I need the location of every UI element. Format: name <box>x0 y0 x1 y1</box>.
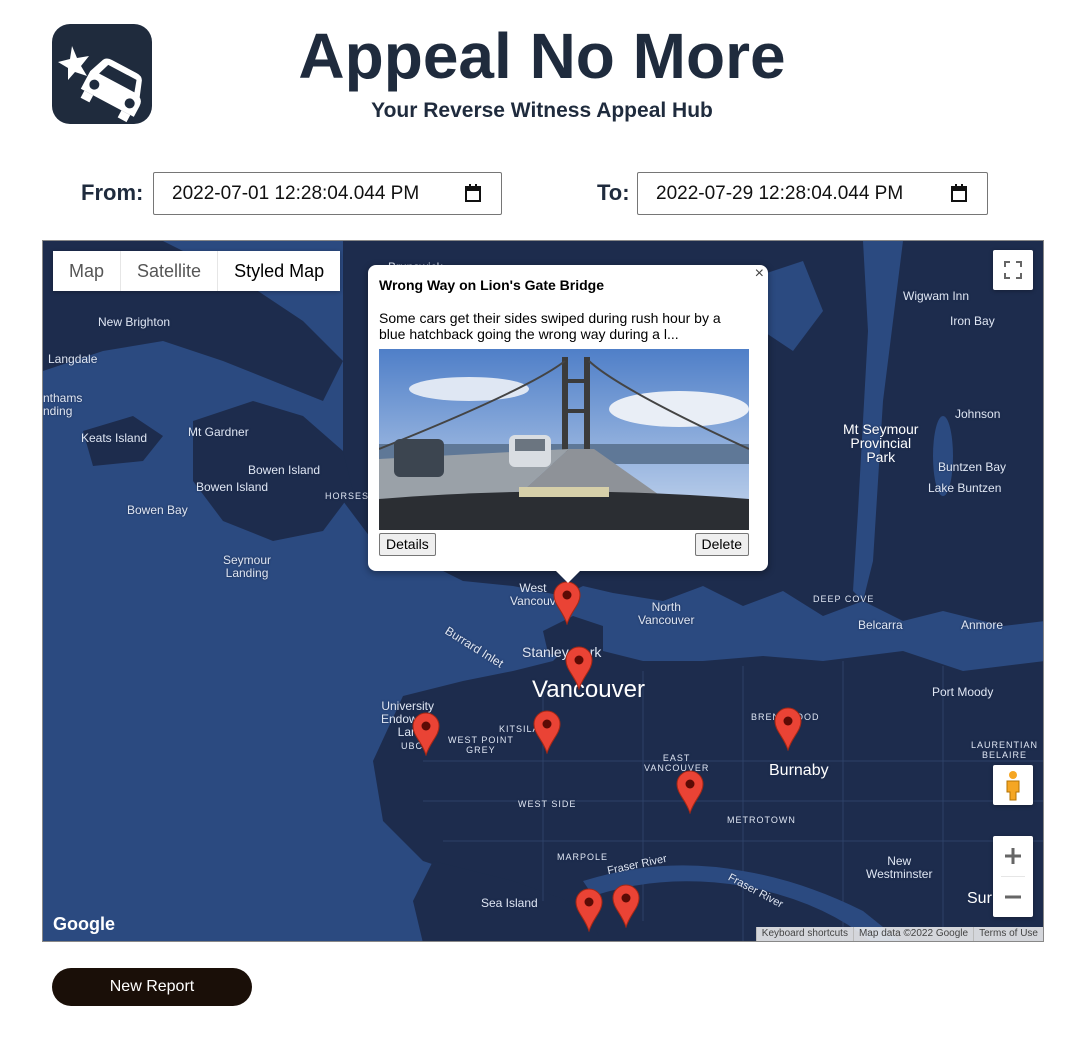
map-label: Buntzen Bay <box>938 460 1007 474</box>
map-label: New Westminster <box>866 854 933 881</box>
map-type-control: Map Satellite Styled Map <box>53 251 341 291</box>
map-attribution: Keyboard shortcuts Map data ©2022 Google… <box>755 927 1043 941</box>
info-window-description: Some cars get their sides swiped during … <box>379 310 721 342</box>
map-label: Mt Seymour Provincial Park <box>843 421 919 465</box>
map-label: Johnson <box>955 407 1001 421</box>
delete-button[interactable]: Delete <box>694 533 749 556</box>
map[interactable]: Brunswick Wigwam Inn New Brighton Iron B… <box>42 240 1044 942</box>
map-label: WEST POINT GREY <box>448 735 514 755</box>
zoom-out-button[interactable] <box>993 877 1033 917</box>
map-marker[interactable] <box>412 712 440 757</box>
map-label: West Vancouv <box>510 581 556 608</box>
map-label: DEEP COVE <box>813 594 875 604</box>
fullscreen-button[interactable] <box>993 250 1033 290</box>
map-marker[interactable] <box>553 581 581 626</box>
map-marker[interactable] <box>676 770 704 815</box>
terms-of-use-link[interactable]: Terms of Use <box>973 927 1043 941</box>
map-label: Seymour Landing <box>223 553 272 580</box>
map-label: Iron Bay <box>950 314 995 328</box>
map-label: Langdale <box>48 352 98 366</box>
minus-icon <box>1005 895 1021 899</box>
keyboard-shortcuts-link[interactable]: Keyboard shortcuts <box>755 927 853 941</box>
map-type-styled-button[interactable]: Styled Map <box>218 251 340 291</box>
street-view-pegman-button[interactable] <box>993 765 1033 805</box>
map-label: Bowen Island <box>248 463 321 477</box>
map-label: Sur <box>967 890 992 907</box>
map-type-map-button[interactable]: Map <box>53 251 122 291</box>
map-label: Burnaby <box>769 762 829 779</box>
incident-photo <box>379 349 749 530</box>
google-logo: Google <box>53 914 115 934</box>
map-label: Keats Island <box>81 431 148 445</box>
to-label: To: <box>597 180 630 205</box>
map-label: nthams nding <box>43 391 83 418</box>
to-datetime-input[interactable]: 2022-07-29 12:28:04.044 PM <box>637 172 988 215</box>
zoom-control <box>993 836 1033 917</box>
map-label: Lake Buntzen <box>928 481 1002 495</box>
map-label: Mt Gardner <box>188 425 249 439</box>
map-label: North Vancouver <box>638 600 695 627</box>
map-marker[interactable] <box>533 710 561 755</box>
map-label: Anmore <box>961 618 1004 632</box>
map-label: Sea Island <box>481 896 538 910</box>
map-marker[interactable] <box>774 707 802 752</box>
info-window: × Wrong Way on Lion's Gate Bridge Some c… <box>368 265 768 583</box>
page-title: Appeal No More <box>298 20 786 92</box>
from-datetime-input[interactable]: 2022-07-01 12:28:04.044 PM <box>153 172 502 215</box>
from-label: From: <box>81 180 144 205</box>
info-window-tail <box>556 571 580 583</box>
map-label: Bowen Bay <box>127 503 188 517</box>
map-label: WEST SIDE <box>518 799 577 809</box>
map-label: METROTOWN <box>727 815 796 825</box>
plus-icon <box>1005 848 1021 864</box>
fullscreen-icon <box>1004 261 1022 279</box>
pegman-icon <box>1006 771 1020 801</box>
calendar-icon[interactable] <box>951 184 967 208</box>
map-label: LAURENTIAN BELAIRE <box>971 740 1039 760</box>
map-type-satellite-button[interactable]: Satellite <box>121 251 219 291</box>
new-report-button[interactable]: New Report <box>52 968 252 1006</box>
map-marker[interactable] <box>565 646 593 691</box>
map-label: MARPOLE <box>557 852 609 862</box>
from-datetime-value: 2022-07-01 12:28:04.044 PM <box>172 183 420 204</box>
calendar-icon[interactable] <box>465 184 481 208</box>
close-icon[interactable]: × <box>755 265 764 283</box>
to-datetime-value: 2022-07-29 12:28:04.044 PM <box>656 183 904 204</box>
zoom-in-button[interactable] <box>993 836 1033 876</box>
details-button[interactable]: Details <box>379 533 436 556</box>
map-label: New Brighton <box>98 315 171 329</box>
page-subtitle: Your Reverse Witness Appeal Hub <box>371 99 713 122</box>
map-data-text: Map data ©2022 Google <box>852 927 973 941</box>
info-window-title: Wrong Way on Lion's Gate Bridge <box>379 277 605 293</box>
map-marker[interactable] <box>575 888 603 933</box>
map-label: Bowen Island <box>196 480 269 494</box>
map-label: Belcarra <box>858 618 903 632</box>
map-label: Port Moody <box>932 685 994 699</box>
map-marker[interactable] <box>612 884 640 929</box>
map-label: Wigwam Inn <box>903 289 970 303</box>
